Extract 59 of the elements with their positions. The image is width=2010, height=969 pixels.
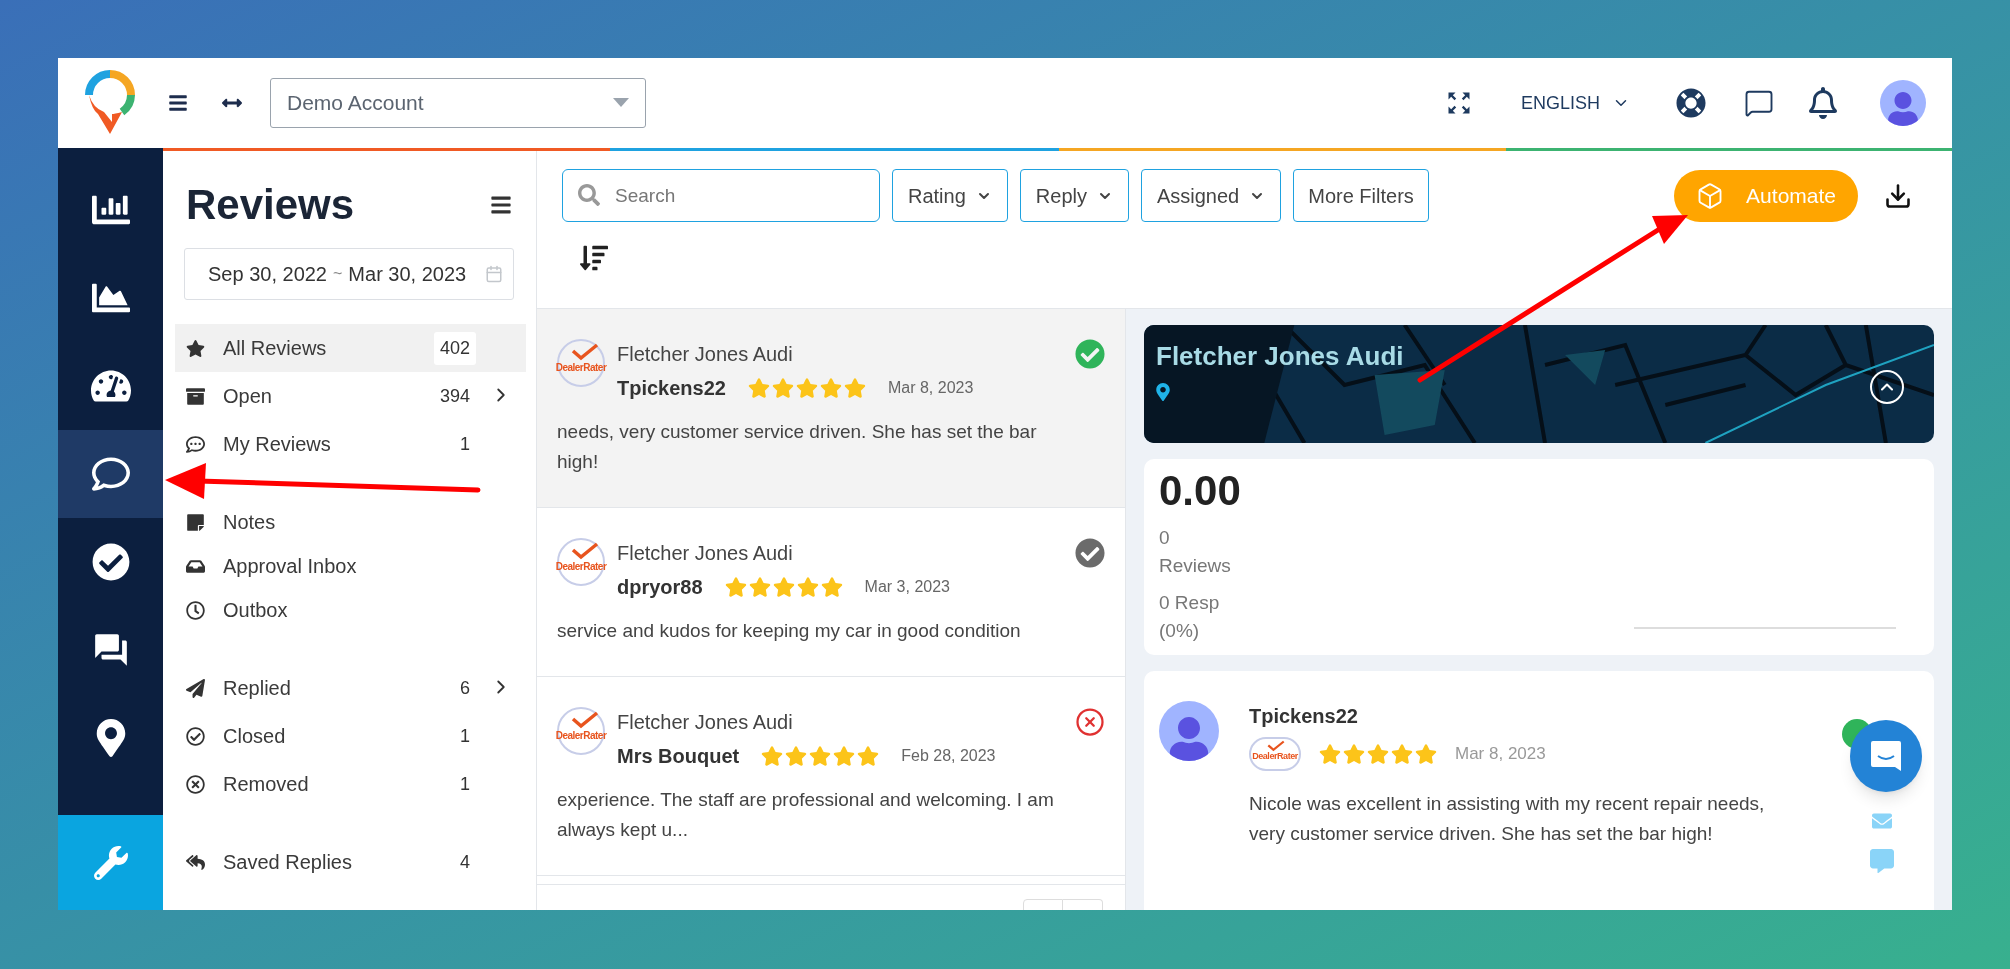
reviewer-name: Mrs Bouquet	[617, 744, 740, 769]
business-name: Fletcher Jones Audi	[617, 541, 794, 566]
sidebar-item[interactable]: Open 394	[175, 372, 526, 420]
source-logo: DealerRater	[557, 339, 605, 387]
reviewer-name: Tpickens22	[1249, 704, 1359, 729]
reviewer-name: Tpickens22	[617, 376, 726, 401]
language-dropdown[interactable]: ENGLISH	[1520, 89, 1630, 117]
search-field[interactable]: Search	[562, 169, 880, 222]
item-count: 394	[438, 384, 471, 408]
item-count: 402	[433, 331, 476, 365]
account-dropdown[interactable]: Demo Account	[270, 78, 646, 128]
sidebar-item[interactable]: All Reviews 402	[175, 324, 526, 372]
date-range-field[interactable]: Sep 30, 2022 ~ Mar 30, 2023	[184, 248, 514, 300]
sidebar-item[interactable]: Saved Replies 4	[175, 838, 526, 886]
sidebar-item[interactable]: Closed 1	[175, 712, 526, 760]
item-count: 4	[459, 850, 471, 874]
review-count: 0	[1159, 525, 1171, 550]
filter-dropdown[interactable]: Reply	[1019, 169, 1129, 222]
item-label: My Reviews	[223, 432, 331, 457]
business-name: Fletcher Jones Audi	[617, 342, 794, 367]
filter-dropdown[interactable]: Assigned	[1140, 169, 1282, 222]
item-label: Approval Inbox	[223, 554, 357, 579]
review-excerpt: experience. The staff are professional and welcoming. I am always kept u...	[557, 788, 1055, 842]
review-excerpt: service and kudos for keeping my car in good condition	[557, 619, 1022, 643]
source-logo: DealerRater	[557, 707, 605, 755]
review-date: Mar 8, 2023	[1455, 743, 1546, 766]
item-label: Open	[223, 384, 272, 409]
item-count: 1	[459, 724, 471, 748]
review-date: Feb 28, 2023	[901, 746, 996, 766]
item-label: Saved Replies	[223, 850, 352, 875]
source-logo: DealerRater	[1249, 737, 1301, 771]
item-label: All Reviews	[223, 336, 327, 361]
review-list-item[interactable]: DealerRater Fletcher Jones Audi Tpickens22 Mar 8, 2023 needs, very customer service driven. She has set the bar high!	[537, 309, 1125, 508]
business-name: Fletcher Jones Audi	[617, 710, 794, 735]
item-count: 1	[459, 432, 471, 456]
sidebar-item[interactable]: Replied 6	[175, 664, 526, 712]
item-count: 1	[459, 772, 471, 796]
item-label: Outbox	[223, 598, 288, 623]
response-rate: (0%)	[1159, 619, 1201, 643]
average-rating: 0.00	[1159, 466, 1242, 516]
item-count: 6	[459, 676, 471, 700]
item-label: Replied	[223, 676, 291, 701]
review-date: Mar 3, 2023	[864, 577, 950, 597]
item-label: Notes	[223, 510, 276, 535]
location-name: Fletcher Jones Audi	[1156, 340, 1404, 373]
item-label: Closed	[223, 724, 286, 749]
sidebar-item[interactable]: My Reviews 1	[175, 420, 526, 468]
review-date: Mar 8, 2023	[887, 378, 974, 398]
source-logo: DealerRater	[557, 538, 605, 586]
reviews-label: Reviews	[1159, 554, 1232, 578]
review-excerpt: needs, very customer service driven. She has set the bar high!	[557, 420, 1038, 474]
more-filters-button[interactable]: More Filters	[1293, 169, 1429, 222]
filter-dropdown[interactable]: Rating	[892, 169, 1008, 222]
item-label: Removed	[223, 772, 309, 797]
review-text: Nicole was excellent in assisting with my recent repair needs, very customer service driven. She has set the bar high!	[1249, 792, 1766, 846]
response-count: 0 Resp	[1159, 590, 1221, 615]
reviewer-name: dpryor88	[617, 575, 703, 600]
page-title: Reviews	[186, 180, 355, 230]
sidebar-item[interactable]: Removed 1	[175, 760, 526, 808]
